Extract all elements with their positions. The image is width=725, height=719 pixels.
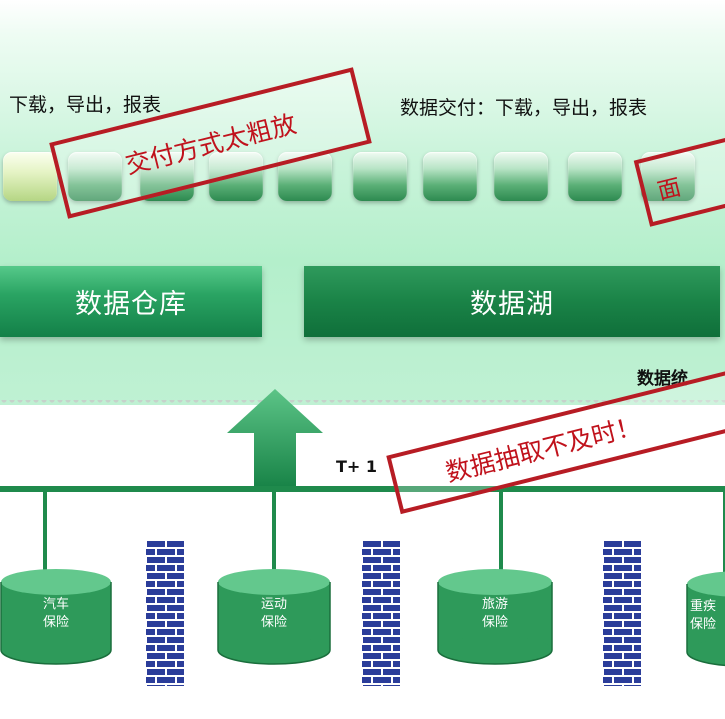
source-label-line1: 重疾 (690, 599, 717, 614)
source-label-line2: 保险 (690, 617, 717, 632)
firewall-icon (146, 540, 184, 686)
stamp-extraction-delay-text: 数据抽取不及时！ (442, 410, 644, 488)
stamp-extraction-delay: 数据抽取不及时！ (386, 365, 725, 515)
stamp-right-edge: 面 (633, 129, 725, 227)
firewall-icon (362, 540, 400, 686)
stamp-right-edge-text: 面 (655, 174, 684, 206)
firewall-icon (603, 540, 641, 686)
source-db-critical-illness-insurance: 重疾 保险 (686, 570, 725, 667)
